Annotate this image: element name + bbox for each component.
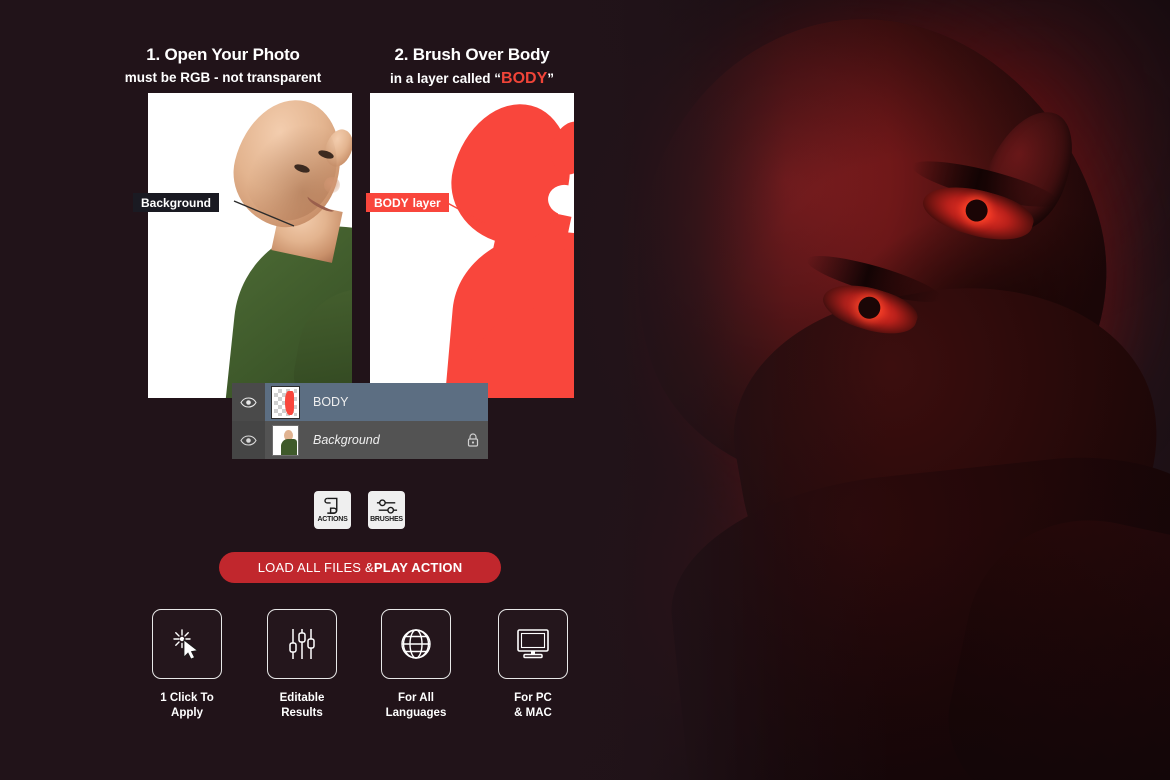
step-1-heading: 1. Open Your Photo must be RGB - not tra… [98, 45, 348, 85]
feature-label: For PC & MAC [514, 692, 552, 719]
feature-label: For All Languages [385, 692, 447, 719]
feature-for-pc-and-mac: For PC & MAC [498, 609, 568, 720]
feature-icon-box [381, 609, 451, 679]
promo-poster: 1. Open Your Photo must be RGB - not tra… [0, 0, 1170, 780]
layer-row-background[interactable]: Background [232, 421, 488, 459]
globe-icon [401, 629, 431, 659]
callout-body-layer: BODY layer [366, 193, 449, 212]
step-1-subtitle: must be RGB - not transparent [124, 70, 322, 85]
step-2-quote-close: ” [547, 71, 555, 86]
callout-leader-line-background [233, 200, 295, 227]
eye-icon [240, 396, 257, 408]
step-2-highlight: BODY [501, 70, 548, 87]
feature-icon-box [498, 609, 568, 679]
cta-text-normal: LOAD ALL FILES & [257, 560, 374, 575]
actions-chip-label: ACTIONS [317, 516, 348, 523]
brushes-chip[interactable]: BRUSHES [368, 491, 405, 529]
hero-fade-to-background [530, 0, 1170, 780]
callout-body-strong: BODY [374, 195, 409, 210]
load-all-files-play-action-button[interactable]: LOAD ALL FILES & PLAY ACTION [219, 552, 501, 583]
eye-icon [240, 434, 257, 446]
callout-body-italic: layer [412, 195, 441, 210]
lock-icon [467, 433, 479, 447]
layer-thumbnail-background [271, 424, 299, 456]
brushes-chip-label: BRUSHES [370, 515, 403, 523]
hero-artwork-demon-portrait [530, 0, 1170, 780]
step-2-title: 2. Brush Over Body [394, 45, 550, 64]
feature-1-click-to-apply: 1 Click To Apply [152, 609, 222, 720]
layer-thumbnail-body [270, 385, 300, 419]
step-1-photo [148, 93, 352, 398]
cta-text-bold: PLAY ACTION [373, 560, 463, 575]
feature-label: Editable Results [279, 692, 325, 719]
layer-thumbnail-cell-body[interactable] [265, 383, 305, 421]
step-2-heading: 2. Brush Over Body in a layer called “BO… [347, 45, 597, 88]
thumbnail-body [280, 438, 297, 455]
feature-label: 1 Click To Apply [160, 692, 214, 719]
feature-icon-box [152, 609, 222, 679]
step-2-subtitle-prefix: in a layer called [389, 71, 491, 86]
feature-icon-box [267, 609, 337, 679]
sliders-icon [289, 629, 315, 659]
layers-panel[interactable]: BODY Background [232, 383, 488, 459]
actions-scroll-icon [324, 497, 338, 514]
layer-name-body: BODY [313, 395, 349, 409]
feature-for-all-languages: For All Languages [381, 609, 451, 720]
layer-visibility-toggle-body[interactable] [232, 383, 265, 421]
actions-chip[interactable]: ACTIONS [314, 491, 351, 529]
feature-editable-results: Editable Results [267, 609, 337, 720]
layer-row-body[interactable]: BODY [232, 383, 488, 421]
layer-name-background: Background [313, 433, 380, 447]
brushes-sliders-icon [376, 498, 397, 514]
monitor-icon [517, 629, 549, 659]
step-2-photo [370, 93, 574, 398]
step-2-subtitle: in a layer called “BODY” [347, 70, 597, 88]
layer-lock-background[interactable] [458, 433, 488, 447]
step-1-title: 1. Open Your Photo [146, 45, 300, 64]
callout-background: Background [133, 193, 220, 212]
click-cursor-icon [173, 629, 199, 660]
layer-thumbnail-cell-background[interactable] [265, 421, 305, 459]
layer-visibility-toggle-background[interactable] [232, 421, 265, 459]
callout-background-label: Background [141, 195, 212, 210]
